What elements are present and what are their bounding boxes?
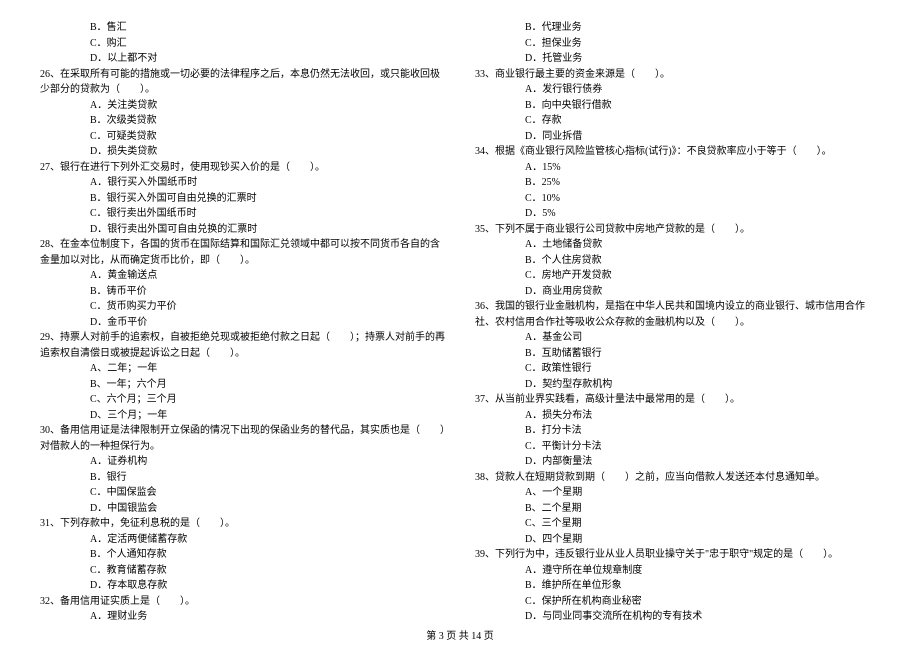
option: A．损失分布法: [475, 408, 880, 424]
option: B．个人通知存款: [40, 547, 445, 563]
page-content: B．售汇 C．购汇 D．以上都不对 26、在采取所有可能的措施或一切必要的法律程…: [0, 0, 920, 655]
question-34: 34、根据《商业银行风险监管核心指标(试行)》：不良贷款率应小于等于（ ）。: [475, 144, 880, 160]
question-38: 38、贷款人在短期贷款到期（ ）之前，应当向借款人发送还本付息通知单。: [475, 470, 880, 486]
option: C．可疑类贷款: [40, 129, 445, 145]
question-26: 26、在采取所有可能的措施或一切必要的法律程序之后，本息仍然无法收回，或只能收回…: [40, 67, 445, 98]
option: B．售汇: [40, 20, 445, 36]
option: D．契约型存款机构: [475, 377, 880, 393]
option: B．25%: [475, 175, 880, 191]
option: A．证券机构: [40, 454, 445, 470]
right-column: B．代理业务 C．担保业务 D．托管业务 33、商业银行最主要的资金来源是（ ）…: [475, 20, 880, 625]
option: C、六个月；三个月: [40, 392, 445, 408]
option: D．损失类贷款: [40, 144, 445, 160]
option: C．银行卖出外国纸币时: [40, 206, 445, 222]
option: C．平衡计分卡法: [475, 439, 880, 455]
option: A．15%: [475, 160, 880, 176]
question-36: 36、我国的银行业金融机构，是指在中华人民共和国境内设立的商业银行、城市信用合作…: [475, 299, 880, 330]
option: A．理财业务: [40, 609, 445, 625]
option: C．房地产开发贷款: [475, 268, 880, 284]
option: C．担保业务: [475, 36, 880, 52]
question-29: 29、持票人对前手的追索权，自被拒绝兑现或被拒绝付款之日起（ ）；持票人对前手的…: [40, 330, 445, 361]
option: C．保护所在机构商业秘密: [475, 594, 880, 610]
option: B．银行: [40, 470, 445, 486]
option: A．银行买入外国纸币时: [40, 175, 445, 191]
option: C．购汇: [40, 36, 445, 52]
option: D．托管业务: [475, 51, 880, 67]
option: C．货币购买力平价: [40, 299, 445, 315]
option: A．关注类贷款: [40, 98, 445, 114]
option: B．个人住房贷款: [475, 253, 880, 269]
option: D．中国银监会: [40, 501, 445, 517]
option: D．5%: [475, 206, 880, 222]
option: C．中国保监会: [40, 485, 445, 501]
option: D．同业拆借: [475, 129, 880, 145]
option: D．商业用房贷款: [475, 284, 880, 300]
question-28: 28、在金本位制度下，各国的货币在国际结算和国际汇兑领域中都可以按不同货币各自的…: [40, 237, 445, 268]
option: B．打分卡法: [475, 423, 880, 439]
option: B．互助储蓄银行: [475, 346, 880, 362]
question-27: 27、银行在进行下列外汇交易时，使用现钞买入价的是（ ）。: [40, 160, 445, 176]
option: C．存款: [475, 113, 880, 129]
option: A、二年；一年: [40, 361, 445, 377]
option: D．金币平价: [40, 315, 445, 331]
option: D、四个星期: [475, 532, 880, 548]
question-37: 37、从当前业界实践看，高级计量法中最常用的是（ ）。: [475, 392, 880, 408]
option: D．内部衡量法: [475, 454, 880, 470]
option: A．定活两便储蓄存款: [40, 532, 445, 548]
option: A．发行银行债券: [475, 82, 880, 98]
option: B、二个星期: [475, 501, 880, 517]
option: B．银行买入外国可自由兑换的汇票时: [40, 191, 445, 207]
question-33: 33、商业银行最主要的资金来源是（ ）。: [475, 67, 880, 83]
question-30: 30、备用信用证是法律限制开立保函的情况下出现的保函业务的替代品，其实质也是（ …: [40, 423, 445, 454]
option: C、三个星期: [475, 516, 880, 532]
option: B．维护所在单位形象: [475, 578, 880, 594]
option: C．10%: [475, 191, 880, 207]
option: A．遵守所在单位规章制度: [475, 563, 880, 579]
page-footer: 第 3 页 共 14 页: [0, 627, 920, 642]
option: C．政策性银行: [475, 361, 880, 377]
left-column: B．售汇 C．购汇 D．以上都不对 26、在采取所有可能的措施或一切必要的法律程…: [40, 20, 445, 625]
option: D．与同业同事交流所在机构的专有技术: [475, 609, 880, 625]
option: A．基金公司: [475, 330, 880, 346]
option: B、一年；六个月: [40, 377, 445, 393]
option: D、三个月；一年: [40, 408, 445, 424]
option: B．代理业务: [475, 20, 880, 36]
option: A．土地储备贷款: [475, 237, 880, 253]
option: C．教育储蓄存款: [40, 563, 445, 579]
option: D．存本取息存款: [40, 578, 445, 594]
question-32: 32、备用信用证实质上是（ ）。: [40, 594, 445, 610]
question-31: 31、下列存款中，免征利息税的是（ ）。: [40, 516, 445, 532]
option: A、一个星期: [475, 485, 880, 501]
option: B．铸币平价: [40, 284, 445, 300]
question-35: 35、下列不属于商业银行公司贷款中房地产贷款的是（ ）。: [475, 222, 880, 238]
option: B．向中央银行借款: [475, 98, 880, 114]
option: B．次级类贷款: [40, 113, 445, 129]
option: D．以上都不对: [40, 51, 445, 67]
option: A．黄金输送点: [40, 268, 445, 284]
question-39: 39、下列行为中，违反银行业从业人员职业操守关于"忠于职守"规定的是（ ）。: [475, 547, 880, 563]
option: D．银行卖出外国可自由兑换的汇票时: [40, 222, 445, 238]
